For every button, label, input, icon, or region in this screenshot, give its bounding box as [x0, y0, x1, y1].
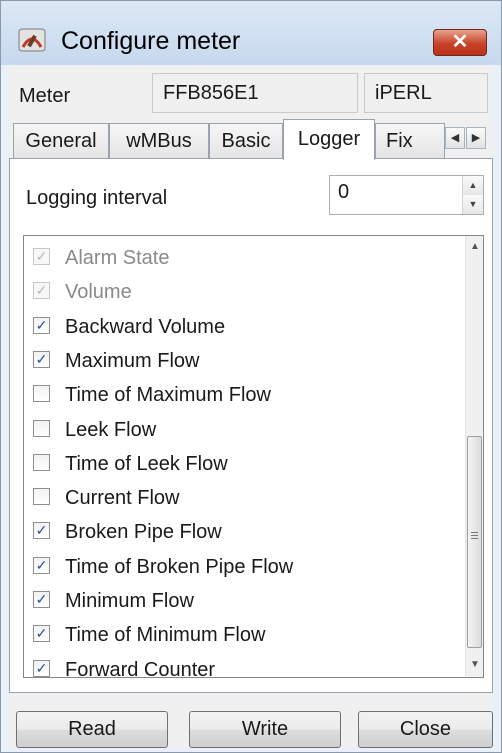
- check-mark-icon: ✓: [35, 522, 48, 539]
- spin-up-icon[interactable]: ▲: [463, 176, 483, 195]
- meter-label: Meter: [19, 85, 71, 107]
- list-item-label: Leek Flow: [65, 418, 157, 441]
- meter-model-field: iPERL: [364, 73, 488, 113]
- check-mark-icon: ✓: [35, 659, 48, 676]
- check-mark-icon: ✓: [35, 248, 48, 264]
- checkbox[interactable]: ✓: [33, 350, 50, 368]
- close-icon: ✕: [451, 31, 469, 53]
- check-mark-icon: ✓: [35, 591, 48, 607]
- list-item[interactable]: Time of Leek Flow: [24, 447, 454, 481]
- read-button[interactable]: Read: [16, 711, 168, 748]
- logging-interval-value[interactable]: 0: [338, 181, 349, 204]
- checkbox[interactable]: ✓: [33, 659, 50, 677]
- tab-strip: General wMBus Basic Logger Fix ◀ ▶: [9, 119, 493, 160]
- tab-basic[interactable]: Basic: [209, 123, 283, 159]
- tab-label: Logger: [297, 128, 361, 150]
- write-button[interactable]: Write: [189, 711, 341, 748]
- list-item-label: Forward Counter: [65, 658, 216, 678]
- list-item-label: Alarm State: [65, 247, 170, 269]
- list-item[interactable]: ✓ Maximum Flow: [24, 344, 454, 378]
- check-mark-icon: ✓: [35, 556, 48, 573]
- tab-logger[interactable]: Logger: [283, 119, 375, 160]
- checkbox[interactable]: [33, 385, 50, 403]
- meter-id-field: FFB856E1: [152, 73, 358, 113]
- list-item[interactable]: Time of Maximum Flow: [24, 378, 454, 412]
- logged-fields-list[interactable]: ✓ Alarm State ✓ Volume ✓ Backward Volume ✓ Maxi…: [23, 235, 484, 678]
- list-item[interactable]: ✓ Alarm State: [24, 241, 454, 275]
- list-item-label: Time of Maximum Flow: [65, 384, 271, 407]
- list-item-label: Backward Volume: [65, 315, 226, 338]
- write-button-label: Write: [241, 718, 289, 740]
- tab-label: wMBus: [126, 130, 192, 152]
- list-item[interactable]: ✓ Time of Broken Pipe Flow: [24, 550, 454, 584]
- checkbox[interactable]: ✓: [33, 316, 50, 334]
- logger-tab-panel: Logging interval 0 ▲ ▼ ✓ Alarm State ✓ Volu…: [9, 158, 493, 693]
- logging-interval-label: Logging interval: [26, 187, 168, 209]
- list-item[interactable]: ✓ Time of Minimum Flow: [24, 618, 454, 652]
- list-item-label: Minimum Flow: [65, 590, 194, 612]
- list-item-label: Broken Pipe Flow: [65, 521, 222, 544]
- read-button-label: Read: [68, 718, 116, 740]
- checkbox: ✓: [33, 248, 50, 265]
- close-window-button[interactable]: ✕: [433, 29, 487, 56]
- scroll-up-icon[interactable]: ▲: [466, 238, 483, 256]
- meter-info-row: Meter FFB856E1 iPERL: [9, 73, 493, 113]
- spin-down-icon[interactable]: ▼: [463, 195, 483, 214]
- check-mark-icon: ✓: [35, 316, 48, 333]
- tab-scroll-left-icon[interactable]: ◀: [445, 127, 465, 149]
- window-title: Configure meter: [61, 27, 241, 55]
- close-button[interactable]: Close: [358, 711, 493, 748]
- check-mark-icon: ✓: [35, 282, 48, 299]
- list-item[interactable]: ✓ Volume: [24, 275, 454, 309]
- meter-app-icon: [18, 28, 46, 52]
- list-item-label: Volume: [65, 281, 132, 304]
- interval-spin-buttons: ▲ ▼: [462, 176, 483, 214]
- meter-model-value: iPERL: [375, 82, 432, 104]
- checkbox[interactable]: ✓: [33, 522, 50, 540]
- scroll-thumb[interactable]: [467, 436, 482, 648]
- list-scrollbar[interactable]: ▲ ▼: [465, 236, 483, 677]
- dialog-body: Meter FFB856E1 iPERL General wMBus Basic…: [9, 65, 493, 748]
- check-mark-icon: ✓: [35, 350, 48, 367]
- list-item-label: Time of Broken Pipe Flow: [65, 555, 294, 578]
- tab-label: Basic: [221, 130, 271, 152]
- list-item-label: Current Flow: [65, 487, 180, 510]
- list-item-label: Maximum Flow: [65, 349, 200, 372]
- list-item[interactable]: ✓ Broken Pipe Flow: [24, 515, 454, 549]
- list-item[interactable]: Current Flow: [24, 481, 454, 515]
- grip-icon: [471, 532, 478, 541]
- list-item-label: Time of Minimum Flow: [65, 624, 266, 647]
- tab-general[interactable]: General: [13, 123, 109, 159]
- tab-wmbus[interactable]: wMBus: [109, 123, 209, 159]
- checkbox[interactable]: [33, 488, 50, 506]
- tab-fix[interactable]: Fix: [375, 123, 445, 159]
- tab-label: Fix: [386, 130, 413, 152]
- logging-interval-stepper[interactable]: 0 ▲ ▼: [329, 175, 484, 215]
- tab-scroll-arrows: ◀ ▶: [445, 127, 487, 149]
- list-item[interactable]: ✓ Backward Volume: [24, 310, 454, 344]
- list-item[interactable]: ✓ Forward Counter: [24, 653, 454, 678]
- title-bar[interactable]: Configure meter ✕: [1, 1, 501, 65]
- close-button-label: Close: [399, 718, 452, 740]
- checkbox[interactable]: [33, 419, 50, 437]
- scroll-down-icon[interactable]: ▼: [466, 656, 483, 674]
- checkbox[interactable]: ✓: [33, 591, 50, 608]
- checkbox: ✓: [33, 282, 50, 300]
- list-item[interactable]: Leek Flow: [24, 413, 454, 447]
- check-mark-icon: ✓: [35, 625, 48, 642]
- list-item[interactable]: ✓ Minimum Flow: [24, 584, 454, 618]
- configure-meter-window: Configure meter ✕ Meter FFB856E1 iPERL G…: [0, 0, 502, 753]
- checkbox[interactable]: [33, 453, 50, 471]
- checkbox[interactable]: ✓: [33, 556, 50, 574]
- tab-label: General: [25, 130, 97, 152]
- tab-scroll-right-icon[interactable]: ▶: [466, 127, 486, 149]
- checkbox[interactable]: ✓: [33, 625, 50, 643]
- list-item-label: Time of Leek Flow: [65, 452, 228, 475]
- meter-id-value: FFB856E1: [163, 82, 259, 104]
